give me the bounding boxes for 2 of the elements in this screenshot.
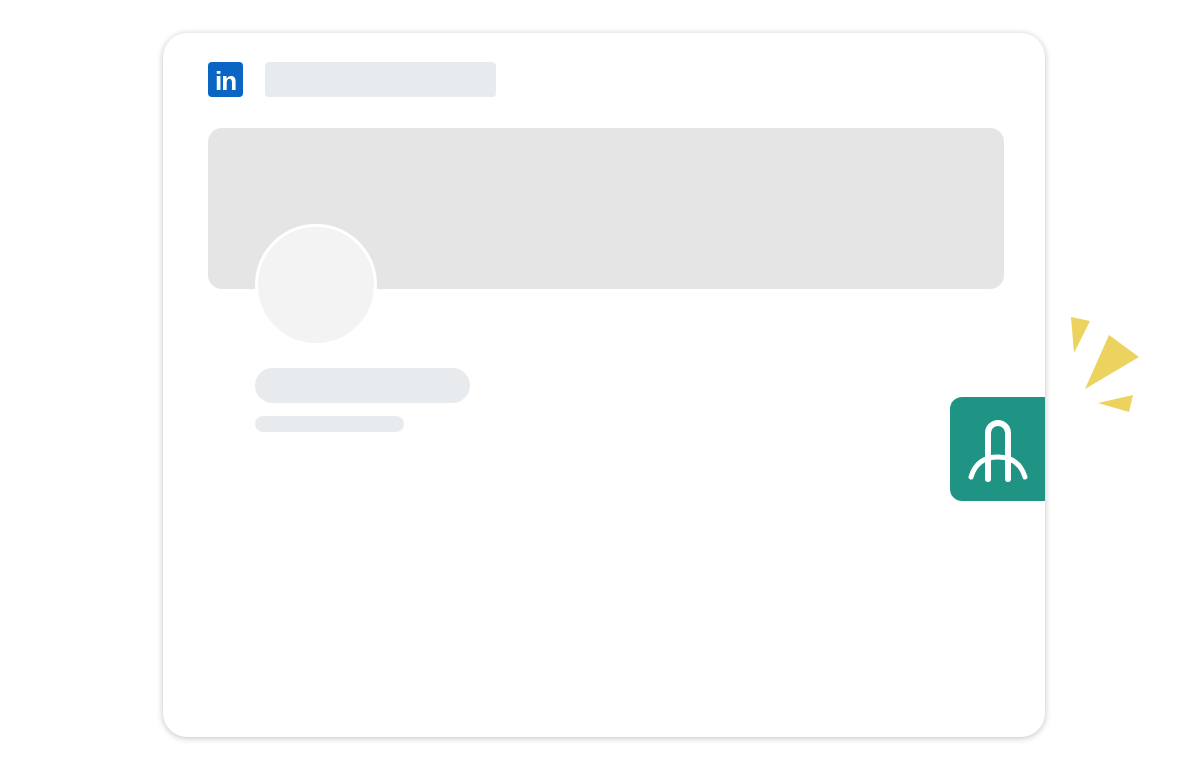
extension-button[interactable] [950, 397, 1045, 501]
logo: in [208, 62, 243, 97]
